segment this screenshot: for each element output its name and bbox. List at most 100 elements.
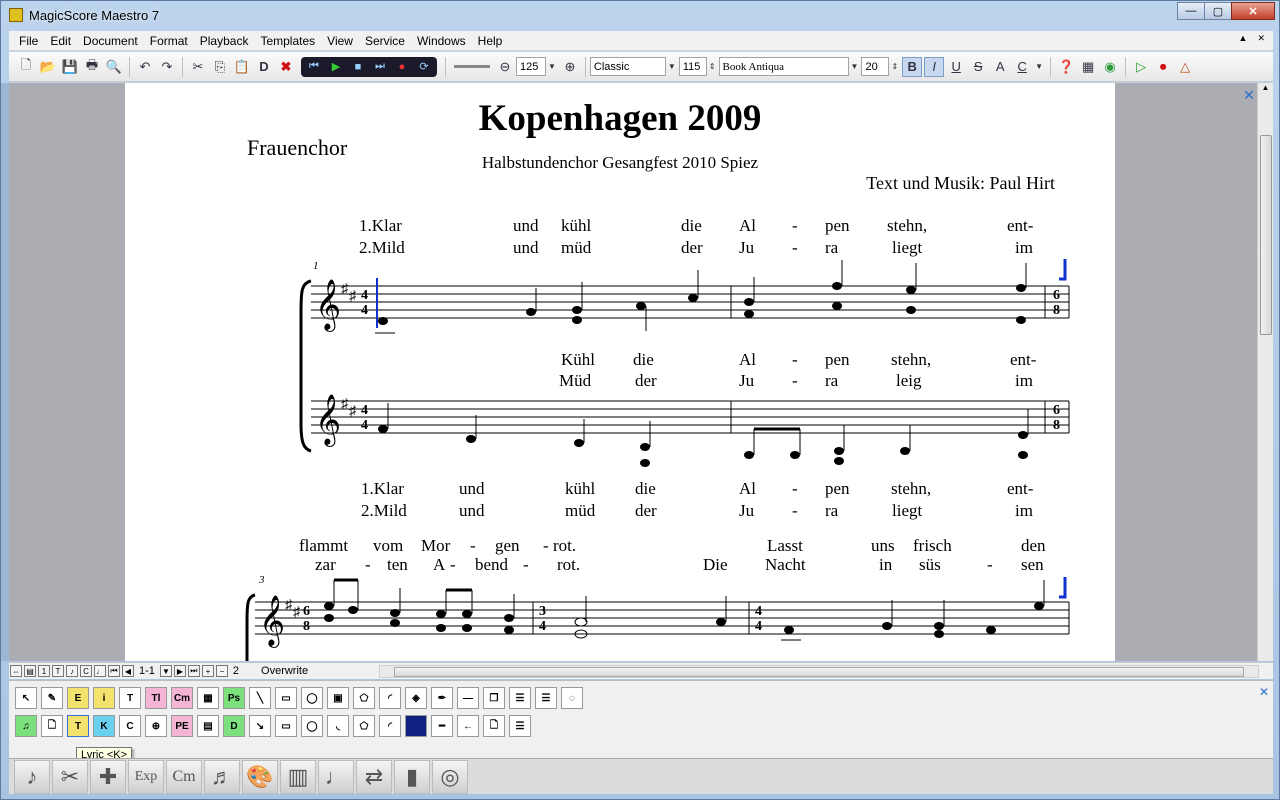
align-left-icon[interactable]: ☰ [509,687,531,709]
info-tool[interactable]: i [93,687,115,709]
line-style-icon[interactable]: ― [457,687,479,709]
tuner-icon[interactable]: ◎ [432,759,468,794]
expression-palette[interactable]: Exp [128,759,164,794]
remove-page-icon[interactable]: − [215,665,228,677]
guitar-icon[interactable]: ♩ [318,759,354,794]
record-icon[interactable]: ● [392,58,412,76]
c-tool[interactable]: C [119,715,141,737]
layers-icon[interactable]: ❐ [483,687,505,709]
arc-tool-icon[interactable]: ◜ [379,687,401,709]
zoom-in-icon[interactable]: ⊕ [560,57,580,77]
pencil-tool-icon[interactable]: ✎ [41,687,63,709]
one-page-icon[interactable]: 1 [38,665,50,677]
rewind-icon[interactable]: ⏮ [304,58,324,76]
fill-color-icon[interactable]: ◈ [405,687,427,709]
rect-tool-icon[interactable]: ▭ [275,687,297,709]
record-midi-icon[interactable]: ⏺ [1153,57,1173,77]
mdi-up-icon[interactable]: ▲ [1239,33,1248,44]
text-mode-icon[interactable]: T [52,665,64,677]
underline-button[interactable]: U [946,57,966,77]
ellipse2-tool-icon[interactable]: ◯ [301,715,323,737]
first-page-icon[interactable]: ⏮ [108,665,120,677]
note-tool-icon[interactable]: ♫ [15,715,37,737]
voice-icon[interactable]: ♪ [66,665,78,677]
chord-palette[interactable]: Cm [166,759,202,794]
menu-document[interactable]: Document [77,34,144,48]
curve-tool-icon[interactable]: ◟ [327,715,349,737]
minimize-button[interactable]: — [1177,2,1205,20]
save-icon[interactable]: 💾 [60,57,80,77]
tools-icon[interactable]: ✂ [52,759,88,794]
notation-svg[interactable]: 1 𝄞 ♯ ♯ 44 68 𝄞 ♯ ♯ 44 68 3 𝄞 ♯ ♯ 68 34 … [125,83,1115,661]
text-color-button[interactable]: C [1012,57,1032,77]
d-tool[interactable]: D [223,715,245,737]
polygon2-tool-icon[interactable]: ⬠ [353,715,375,737]
horizontal-scroll-thumb[interactable] [394,667,1244,677]
page-tool-icon[interactable]: 🗋 [41,715,63,737]
line-tool-icon[interactable]: ╲ [249,687,271,709]
size-percent-field[interactable]: 115 [678,57,707,76]
coda-tool-icon[interactable]: ⊕ [145,715,167,737]
transform-icon[interactable]: ⇄ [356,759,392,794]
horizontal-scrollbar[interactable] [379,665,1259,678]
undo-icon[interactable]: ↶ [135,57,155,77]
metronome-icon[interactable]: △ [1175,57,1195,77]
zoom-field[interactable]: 125 [516,57,546,76]
lyric-tool[interactable]: T [67,715,89,737]
palette-close-icon[interactable]: ✕ [1259,685,1269,699]
chord-name-tool[interactable]: Cm [171,687,193,709]
copy-icon[interactable]: ⎘ [210,57,230,77]
view-mode-icon[interactable]: ⇔ [10,665,22,677]
print-preview-icon[interactable]: 🔍 [104,57,124,77]
grid-tool-icon[interactable]: ▦ [197,687,219,709]
line-width-icon[interactable]: ━ [431,715,453,737]
pen-color-icon[interactable]: ✒ [431,687,453,709]
add-remove-icon[interactable]: ✚ [90,759,126,794]
piano-icon[interactable]: ▥ [280,759,316,794]
globe-icon[interactable]: ◉ [1100,57,1120,77]
title-tool[interactable]: Tl [145,687,167,709]
piano-roll-icon[interactable]: ▦ [1078,57,1098,77]
italic-button[interactable]: I [924,56,945,77]
close-button[interactable]: ✕ [1231,2,1275,20]
ole-tool-icon[interactable]: ▤ [197,715,219,737]
delete-label[interactable]: D [254,57,274,77]
arrow-line-icon[interactable]: ↘ [249,715,271,737]
arc2-tool-icon[interactable]: ◜ [379,715,401,737]
color-swatch-icon[interactable] [405,715,427,737]
align-right-icon[interactable]: ☰ [535,687,557,709]
polygon-tool-icon[interactable]: ⬠ [353,687,375,709]
note-input-icon[interactable]: ♩ [94,665,106,677]
ps-tool[interactable]: Ps [223,687,245,709]
menu-help[interactable]: Help [472,34,509,48]
mixer-icon[interactable]: ▮ [394,759,430,794]
font-size-spinner-icon[interactable]: ⇕ [891,62,898,71]
page-dropdown-icon[interactable]: ▼ [159,665,172,677]
color-dropdown-icon[interactable]: ▼ [1035,62,1043,71]
chord-icon[interactable]: C [80,665,92,677]
font-select[interactable]: Book Antiqua [718,57,849,76]
select-tool-icon[interactable]: ↖ [15,687,37,709]
pe-tool[interactable]: PE [171,715,193,737]
ellipse-tool-icon[interactable]: ◯ [301,687,323,709]
menu-windows[interactable]: Windows [411,34,472,48]
k-tool-icon[interactable]: K [93,715,115,737]
align-center-icon[interactable]: ☰ [509,715,531,737]
note-palette-icon[interactable]: ♪ [14,759,50,794]
new-file-icon[interactable]: 🗋 [16,57,36,77]
doc-close-icon[interactable]: ✕ [1241,87,1257,103]
vertical-scroll-thumb[interactable] [1260,135,1272,335]
rotate-icon[interactable]: ◌ [561,687,583,709]
last-page-icon[interactable]: ⏭ [187,665,200,677]
zoom-out-icon[interactable]: ⊖ [495,57,515,77]
loop-icon[interactable]: ⟳ [414,58,434,76]
expression-tool[interactable]: E [67,687,89,709]
redo-icon[interactable]: ↷ [157,57,177,77]
forward-icon[interactable]: ⏭ [370,58,390,76]
play-icon[interactable]: ▶ [326,58,346,76]
text-tool[interactable]: T [119,687,141,709]
zoom-dropdown-icon[interactable]: ▼ [548,62,556,71]
image-tool-icon[interactable]: ▣ [327,687,349,709]
size-spinner-icon[interactable]: ⇕ [709,62,716,71]
strike-button[interactable]: S [968,57,988,77]
